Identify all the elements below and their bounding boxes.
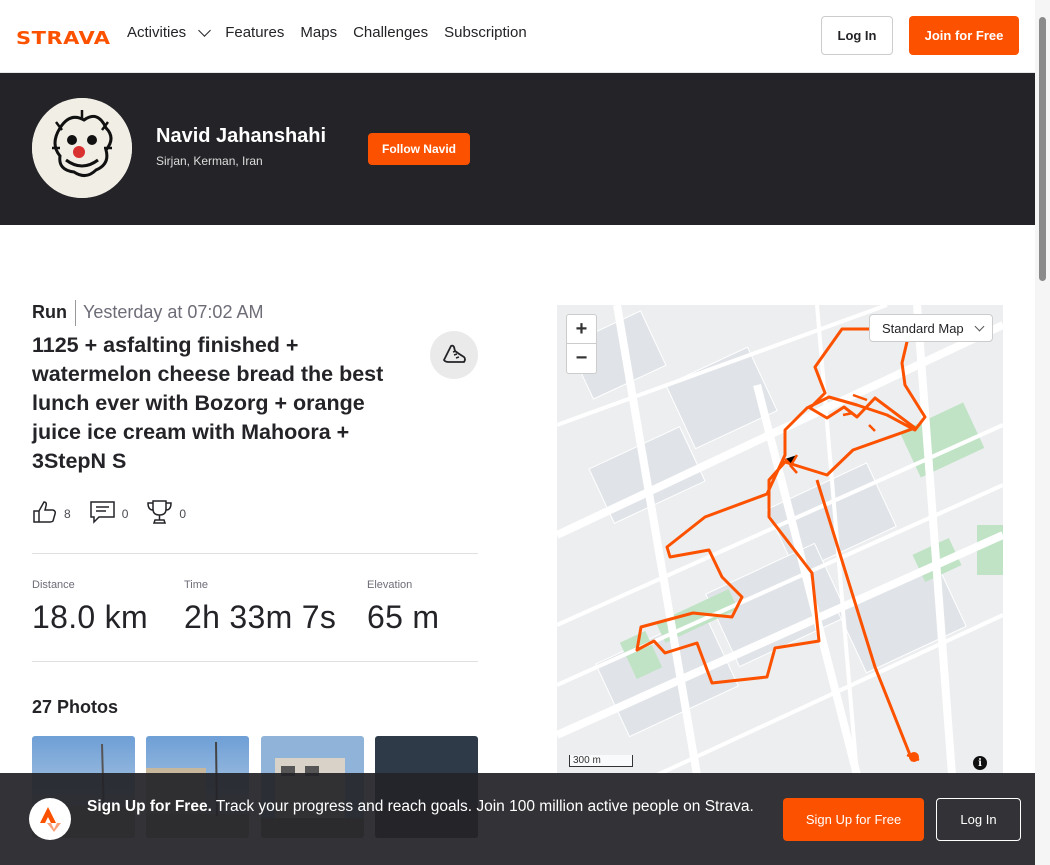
strava-logo[interactable]: STRAVA: [16, 28, 111, 48]
avatar[interactable]: [32, 98, 132, 198]
comment-count: 0: [121, 506, 129, 521]
follow-button[interactable]: Follow Navid: [368, 133, 470, 165]
info-icon[interactable]: i: [973, 756, 987, 770]
zoom-control: + −: [566, 314, 597, 374]
thumbs-up-icon: [32, 500, 58, 527]
divider: [32, 553, 478, 554]
zoom-in-button[interactable]: +: [567, 315, 596, 344]
nav-item-subscription[interactable]: Subscription: [444, 24, 527, 41]
activity-title: 1125 + asfalting finished + watermelon c…: [32, 333, 384, 473]
banner-login-button[interactable]: Log In: [936, 798, 1021, 841]
activity-date: Yesterday at 07:02 AM: [83, 302, 264, 322]
nav-item-challenges[interactable]: Challenges: [353, 24, 428, 41]
route-map[interactable]: + − Standard Map 300 m i: [557, 305, 1003, 775]
top-nav: STRAVA Activities Features Maps Challeng…: [0, 0, 1035, 73]
stat-distance: Distance 18.0 km: [32, 579, 148, 635]
athlete-location: Sirjan, Kerman, Iran: [156, 154, 263, 168]
kudos[interactable]: 8: [32, 499, 71, 528]
activity-type: Run: [32, 302, 67, 322]
kudos-count: 8: [64, 506, 71, 521]
social-stats: 8 0 0: [32, 499, 204, 528]
signup-button[interactable]: Sign Up for Free: [783, 798, 924, 841]
stat-elevation: Elevation 65 m: [367, 579, 440, 635]
chevron-down-icon: [974, 321, 985, 331]
zoom-out-button[interactable]: −: [567, 344, 596, 373]
shoe-icon[interactable]: [430, 331, 478, 379]
separator: [75, 300, 76, 326]
strava-app-icon: [29, 798, 71, 840]
scrollbar[interactable]: [1035, 0, 1050, 865]
photos-title: 27 Photos: [32, 697, 119, 717]
nav-menu: Activities Features Maps Challenges Subs…: [127, 24, 527, 41]
athlete-name[interactable]: Navid Jahanshahi: [156, 125, 326, 148]
join-button[interactable]: Join for Free: [909, 16, 1019, 55]
athlete-header: Navid Jahanshahi Sirjan, Kerman, Iran Fo…: [0, 73, 1035, 225]
map-style-select[interactable]: Standard Map: [869, 314, 993, 342]
map-scale: 300 m: [569, 755, 633, 767]
signup-banner: Sign Up for Free. Track your progress an…: [0, 773, 1035, 865]
achievement-count: 0: [179, 506, 187, 521]
login-button[interactable]: Log In: [821, 16, 893, 55]
achievements[interactable]: 0: [146, 499, 186, 528]
divider: [32, 661, 478, 662]
banner-text: Sign Up for Free. Track your progress an…: [87, 798, 754, 815]
nav-item-activities[interactable]: Activities: [127, 24, 212, 41]
stat-time: Time 2h 33m 7s: [184, 579, 337, 635]
chevron-down-icon: [198, 24, 212, 37]
comments[interactable]: 0: [89, 499, 129, 528]
scrollbar-thumb[interactable]: [1039, 17, 1046, 281]
trophy-icon: [146, 499, 173, 528]
nav-item-maps[interactable]: Maps: [300, 24, 337, 41]
nav-item-features[interactable]: Features: [225, 24, 284, 41]
comment-icon: [89, 500, 116, 527]
